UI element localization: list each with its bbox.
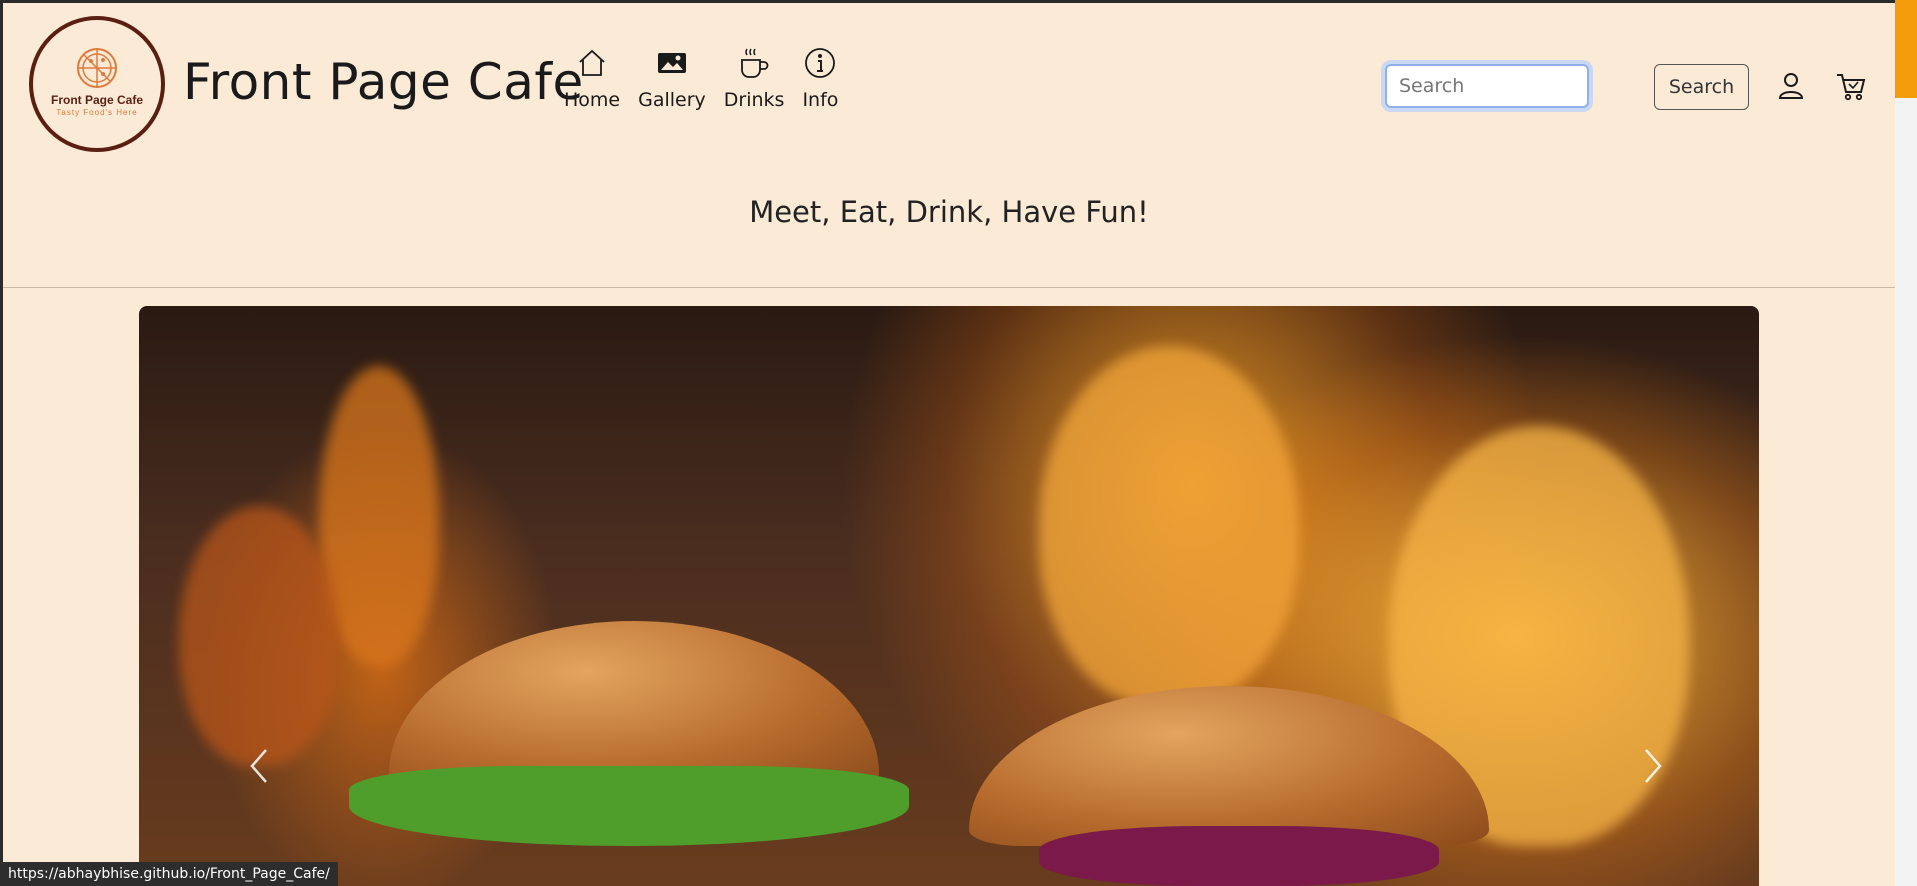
flame-shape (179, 506, 339, 766)
nav-drinks[interactable]: Drinks (723, 43, 785, 111)
hero-carousel[interactable] (139, 306, 1759, 886)
chevron-left-icon (250, 749, 267, 783)
home-icon (576, 43, 608, 83)
cup-icon (737, 43, 771, 83)
cart-icon[interactable] (1835, 72, 1866, 102)
search-button[interactable]: Search (1654, 64, 1749, 110)
carousel-prev-button[interactable] (238, 736, 278, 796)
navbar: Front Page Cafe Tasty Food's Here Front … (3, 3, 1895, 173)
logo-name: Front Page Cafe (50, 93, 143, 107)
logo[interactable]: Front Page Cafe Tasty Food's Here (29, 16, 165, 152)
search-input[interactable] (1385, 64, 1589, 108)
nav-info-label: Info (802, 89, 839, 111)
nav-links: Home Gallery Drinks Info (564, 43, 838, 111)
nav-home[interactable]: Home (564, 43, 620, 111)
carousel-next-button[interactable] (1634, 736, 1674, 796)
tagline: Meet, Eat, Drink, Have Fun! (749, 195, 1149, 229)
status-url: https://abhaybhise.github.io/Front_Page_… (0, 862, 338, 886)
chevron-right-icon (1645, 749, 1662, 783)
nav-home-label: Home (564, 89, 621, 111)
logo-tagline: Tasty Food's Here (56, 108, 138, 117)
person-icon[interactable] (1776, 71, 1806, 101)
flame-shape (1039, 346, 1299, 706)
nav-drinks-label: Drinks (723, 89, 785, 111)
nav-gallery[interactable]: Gallery (638, 43, 706, 111)
info-icon (804, 43, 836, 83)
image-icon (656, 43, 688, 83)
brand-title[interactable]: Front Page Cafe (183, 53, 584, 111)
nav-gallery-label: Gallery (638, 89, 706, 111)
pizza-icon (77, 48, 117, 88)
page: Front Page Cafe Tasty Food's Here Front … (3, 3, 1895, 886)
burger-onion-right (1039, 826, 1439, 886)
scrollbar[interactable] (1895, 0, 1917, 886)
nav-info[interactable]: Info (802, 43, 838, 111)
burger-lettuce-left (349, 766, 909, 846)
divider (3, 287, 1895, 288)
scrollbar-thumb[interactable] (1895, 0, 1917, 98)
